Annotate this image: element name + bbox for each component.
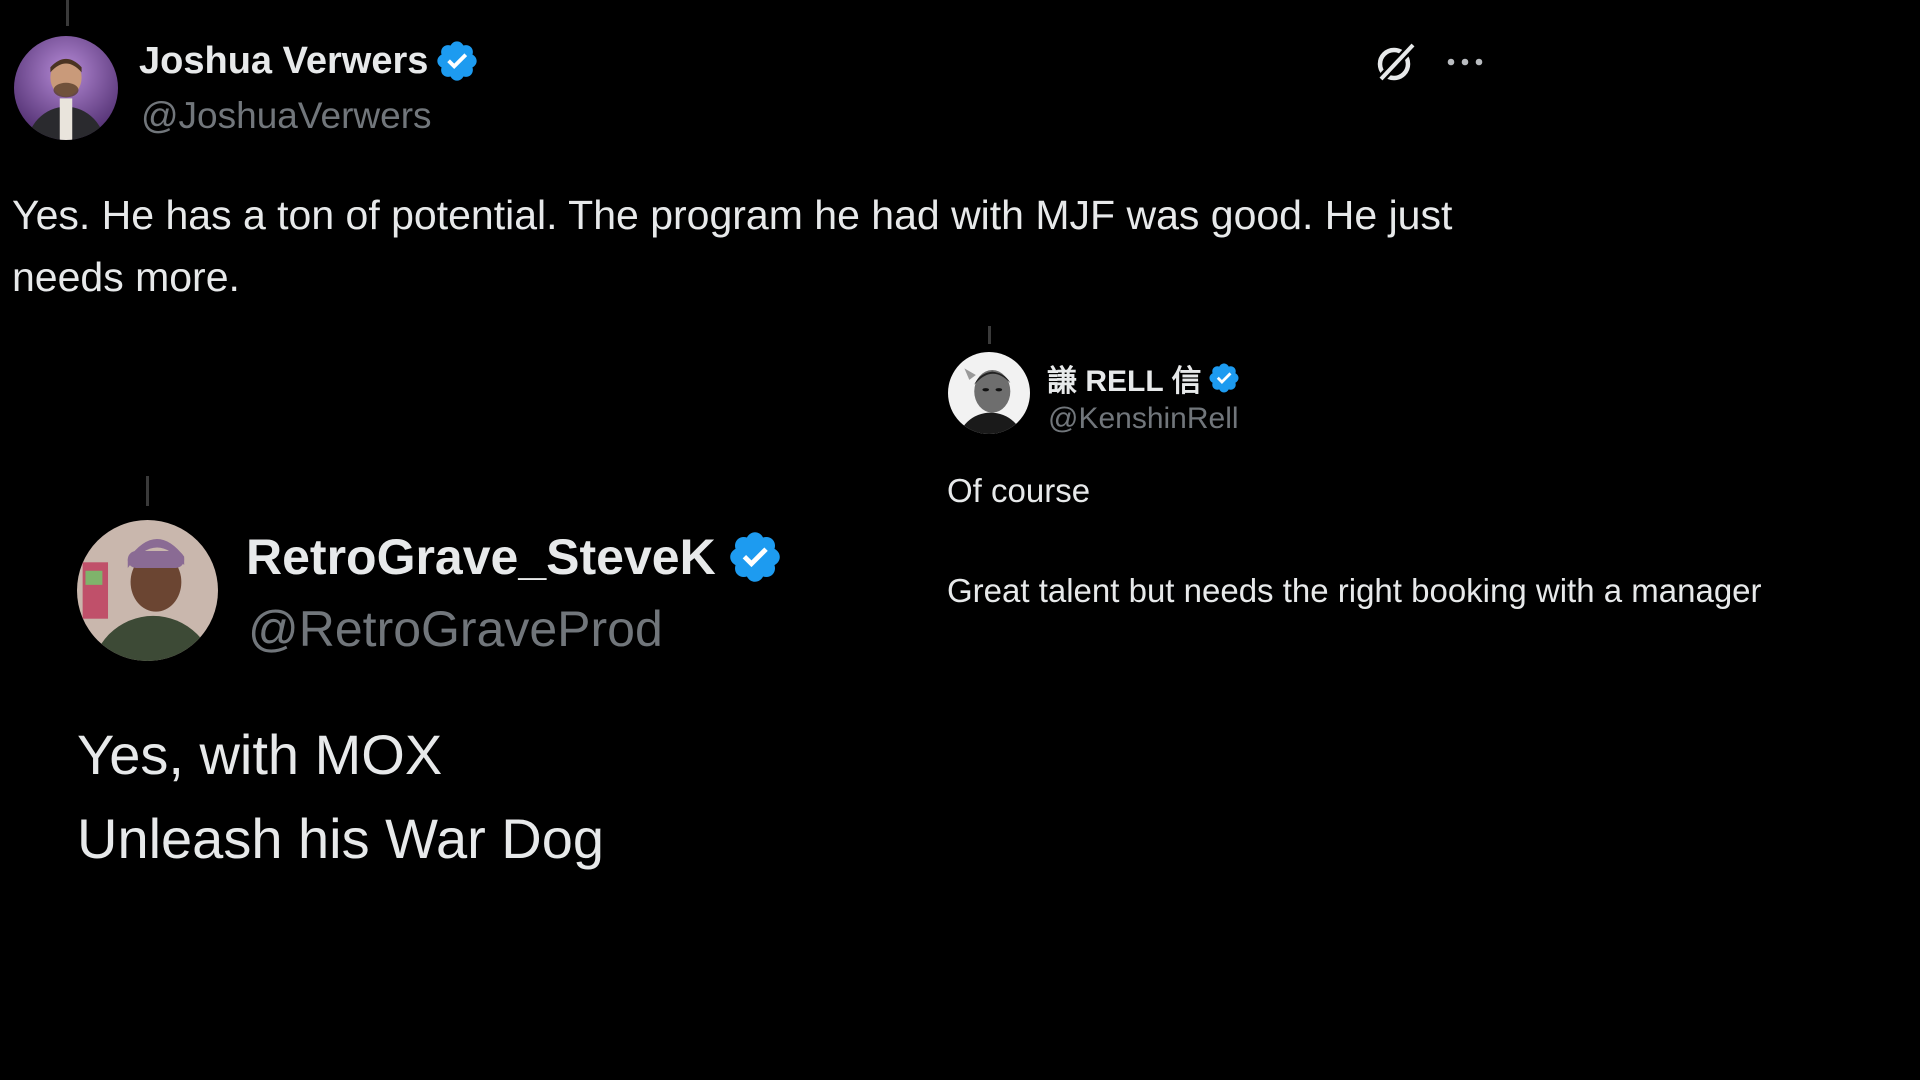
- more-horizontal-icon[interactable]: [1443, 44, 1487, 80]
- avatar-joshua[interactable]: [14, 36, 118, 140]
- post-text: Yes. He has a ton of potential. The prog…: [12, 192, 1453, 300]
- post-text-line: Yes, with MOX: [77, 723, 443, 786]
- thread-line-rell: [988, 326, 991, 344]
- display-name[interactable]: RetroGrave_SteveK: [246, 528, 716, 586]
- verified-badge-icon: [726, 528, 784, 586]
- post-text-line: Of course: [947, 472, 1091, 509]
- author-handle[interactable]: @KenshinRell: [1048, 402, 1239, 436]
- avatar-rell[interactable]: [948, 352, 1030, 434]
- display-name[interactable]: 謙 RELL 信: [1047, 356, 1201, 400]
- post-text-line: Unleash his War Dog: [77, 807, 605, 870]
- author-name-row[interactable]: 謙 RELL 信: [1047, 356, 1241, 400]
- post-text-line: Great talent but needs the right booking…: [947, 572, 1762, 609]
- author-name-row[interactable]: Joshua Verwers: [139, 38, 480, 84]
- verified-badge-icon: [434, 38, 480, 84]
- thread-line-main: [66, 0, 69, 26]
- verified-badge-icon: [1207, 361, 1241, 395]
- author-name-row[interactable]: RetroGrave_SteveK: [246, 528, 784, 586]
- post-text: Yes, with MOX Unleash his War Dog: [77, 713, 877, 881]
- author-handle[interactable]: @RetroGraveProd: [248, 600, 663, 658]
- author-handle[interactable]: @JoshuaVerwers: [141, 95, 432, 137]
- grok-icon[interactable]: [1372, 38, 1420, 86]
- avatar-steve[interactable]: [77, 520, 218, 661]
- display-name[interactable]: Joshua Verwers: [139, 40, 428, 83]
- thread-line-steve: [146, 476, 149, 506]
